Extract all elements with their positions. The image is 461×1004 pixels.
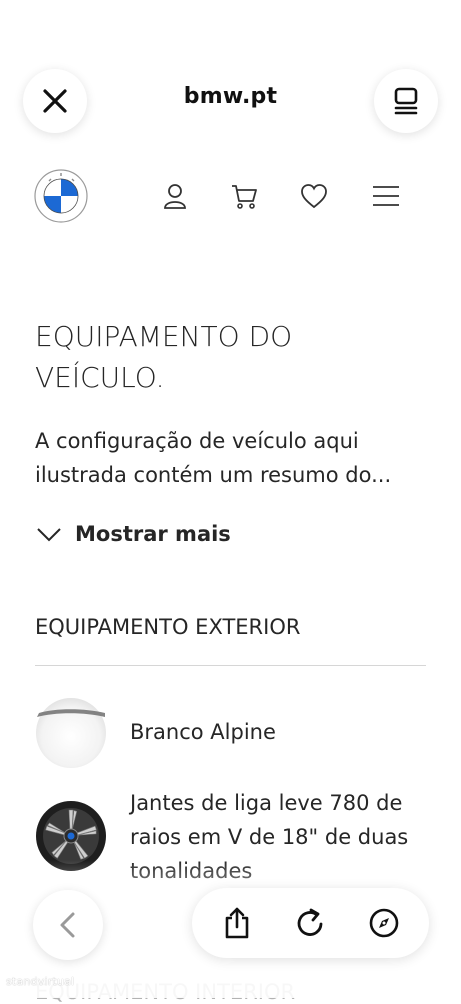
reload-icon xyxy=(298,908,323,936)
share-icon xyxy=(225,907,249,939)
exterior-equipment-heading: EQUIPAMENTO EXTERIOR xyxy=(35,615,301,639)
back-button[interactable] xyxy=(33,890,103,960)
list-item: Branco Alpine xyxy=(35,697,425,769)
chevron-down-icon xyxy=(37,528,61,542)
compass-button[interactable] xyxy=(365,904,403,942)
menu-icon[interactable] xyxy=(371,181,401,211)
tabs-icon xyxy=(394,87,418,115)
divider xyxy=(35,665,426,666)
show-more-label: Mostrar mais xyxy=(75,522,231,546)
bmw-logo[interactable] xyxy=(34,169,88,223)
compass-icon xyxy=(369,908,399,938)
browser-toolbar xyxy=(192,888,429,958)
heart-icon[interactable] xyxy=(299,181,329,211)
item-label: Branco Alpine xyxy=(130,720,276,744)
cart-icon[interactable] xyxy=(229,181,259,211)
show-more-button[interactable]: Mostrar mais xyxy=(35,522,231,546)
user-icon[interactable] xyxy=(160,181,190,211)
back-icon xyxy=(60,912,75,938)
vehicle-description: A configuração de veículo aqui ilustrada… xyxy=(35,429,392,487)
tabs-button[interactable] xyxy=(374,69,438,133)
section-title: EQUIPAMENTO DO VEÍCULO. xyxy=(35,320,293,394)
reload-button[interactable] xyxy=(291,904,329,942)
share-button[interactable] xyxy=(218,904,256,942)
paint-swatch-thumbnail xyxy=(36,698,106,768)
watermark: standvirtual xyxy=(6,975,75,988)
